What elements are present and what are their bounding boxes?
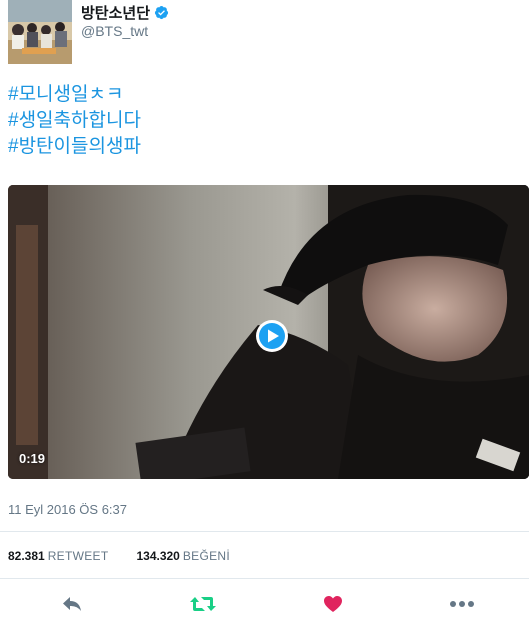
divider [0,531,529,532]
divider [0,578,529,579]
retweet-count: 82.381 [8,549,45,563]
heart-icon[interactable] [318,592,348,616]
verified-badge-icon [154,5,169,20]
video-duration: 0:19 [19,451,46,466]
retweet-label: RETWEET [47,549,109,563]
video-player[interactable]: 0:19 [8,185,529,479]
play-icon[interactable] [255,319,289,353]
tweet-timestamp[interactable]: 11 Eyl 2016 ÖS 6:37 [8,502,127,517]
retweet-icon[interactable] [188,592,218,616]
hashtag-link[interactable]: #생일축하합니다 [8,108,141,134]
avatar[interactable] [8,0,72,64]
like-count: 134.320 [136,549,180,563]
tweet-header: 방탄소년단 @BTS_twt [8,0,528,70]
display-name[interactable]: 방탄소년단 [81,2,169,23]
hashtag-link[interactable]: #방탄이들의생파 [8,134,141,160]
display-name-text[interactable]: 방탄소년단 [81,2,150,23]
hashtag-link[interactable]: #모니생일ㅊㅋ [8,82,141,108]
like-label: BEĞENİ [182,549,231,563]
tweet-stats: 82.381 RETWEET 134.320 BEĞENİ [8,549,230,563]
tweet-actions [0,592,529,616]
user-handle[interactable]: @BTS_twt [81,23,148,39]
reply-icon[interactable] [57,592,87,616]
retweet-stat[interactable]: 82.381 RETWEET [8,549,108,563]
like-stat[interactable]: 134.320 BEĞENİ [136,549,230,563]
more-icon[interactable] [447,592,477,616]
tweet-text: #모니생일ㅊㅋ #생일축하합니다 #방탄이들의생파 [8,82,141,160]
